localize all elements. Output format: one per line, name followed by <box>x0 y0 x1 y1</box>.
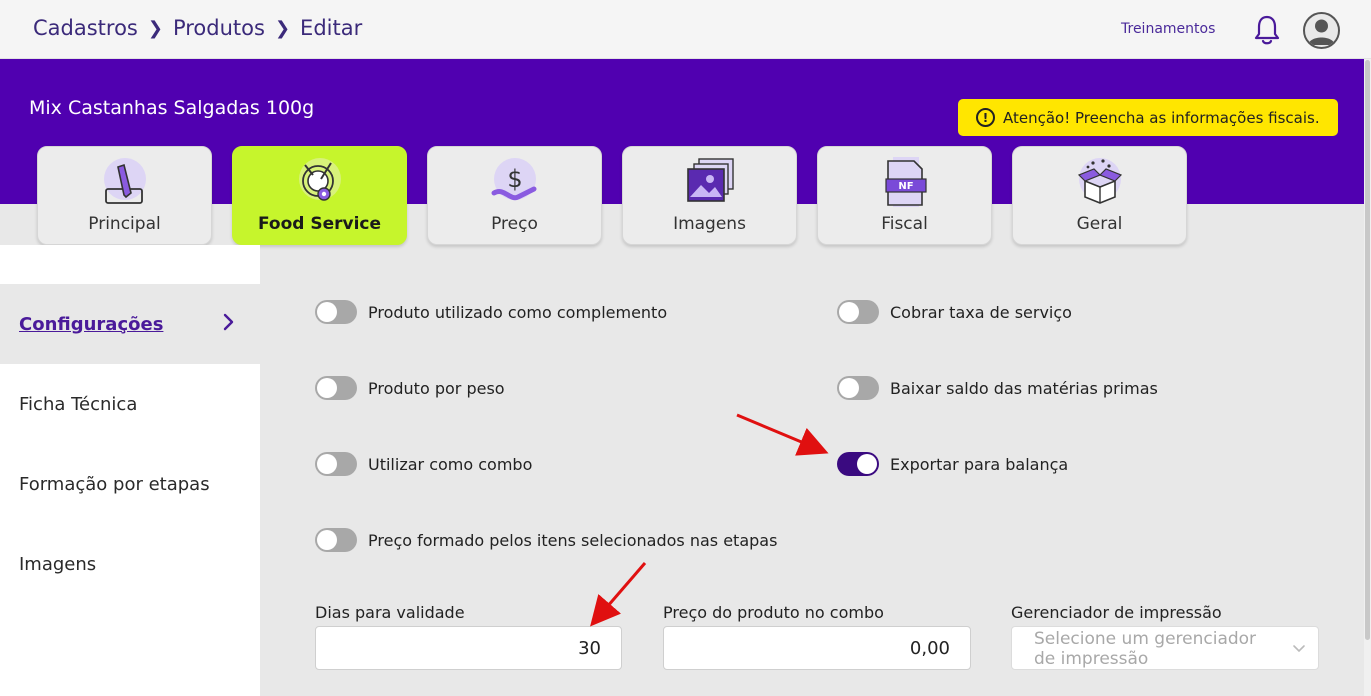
tab-label: Preço <box>491 214 538 234</box>
exportar-balanca-toggle[interactable] <box>837 452 879 476</box>
sidebar-item-label: Imagens <box>19 553 97 575</box>
warning-text: Atenção! Preencha as informações fiscais… <box>1003 108 1320 127</box>
toggle-label: Preço formado pelos itens selecionados n… <box>368 530 778 550</box>
sidebar-item-ficha-tecnica[interactable]: Ficha Técnica <box>0 364 260 444</box>
dish-gear-icon <box>293 157 347 207</box>
sidebar-item-label: Configurações <box>19 313 164 335</box>
bell-icon[interactable] <box>1252 14 1282 46</box>
dollar-hand-icon: $ <box>488 157 542 207</box>
tab-label: Geral <box>1076 214 1123 234</box>
tab-label: Imagens <box>673 214 746 234</box>
scrollbar-thumb[interactable] <box>1365 60 1370 640</box>
sidebar-item-imagens[interactable]: Imagens <box>0 524 260 604</box>
validity-label: Dias para validade <box>315 603 465 622</box>
top-bar: Cadastros ❯ Produtos ❯ Editar Treinament… <box>0 0 1371 59</box>
complemento-toggle[interactable] <box>315 300 357 324</box>
toggle-row-baixar-saldo: Baixar saldo das matérias primas <box>837 376 1158 400</box>
sidebar-item-configuracoes[interactable]: Configurações <box>0 284 260 364</box>
combo-price-label: Preço do produto no combo <box>663 603 884 622</box>
toggle-row-exportar-balanca: Exportar para balança <box>837 452 1068 476</box>
print-manager-label: Gerenciador de impressão <box>1011 603 1222 622</box>
arrow-to-balanca-toggle <box>736 413 829 456</box>
toggle-label: Cobrar taxa de serviço <box>890 302 1072 322</box>
toggle-knob <box>839 302 859 322</box>
toggle-knob <box>317 378 337 398</box>
pencil-icon <box>98 157 152 207</box>
toggle-row-taxa-servico: Cobrar taxa de serviço <box>837 300 1072 324</box>
combo-toggle[interactable] <box>315 452 357 476</box>
svg-text:$: $ <box>507 165 522 193</box>
tab-preco[interactable]: $ Preço <box>427 146 602 245</box>
sidebar-item-label: Ficha Técnica <box>19 393 138 415</box>
toggle-label: Produto utilizado como complemento <box>368 302 668 322</box>
tab-label: Principal <box>88 214 161 234</box>
print-manager-select[interactable]: Selecione um gerenciador de impressão <box>1011 626 1319 670</box>
toggle-knob <box>317 302 337 322</box>
tab-label: Fiscal <box>881 214 928 234</box>
toggle-label: Baixar saldo das matérias primas <box>890 378 1158 398</box>
nf-document-icon: NF <box>878 157 932 207</box>
preco-etapas-toggle[interactable] <box>315 528 357 552</box>
tab-food-service[interactable]: Food Service <box>232 146 407 245</box>
chevron-down-icon <box>1293 645 1305 653</box>
tab-imagens[interactable]: Imagens <box>622 146 797 245</box>
toggle-knob <box>317 530 337 550</box>
toggle-row-combo: Utilizar como combo <box>315 452 532 476</box>
tab-label: Food Service <box>257 214 382 234</box>
nf-badge-text: NF <box>898 181 913 192</box>
sidebar: Configurações Ficha Técnica Formação por… <box>0 245 260 696</box>
tab-principal[interactable]: Principal <box>37 146 212 245</box>
baixar-saldo-toggle[interactable] <box>837 376 879 400</box>
chevron-right-icon <box>223 313 234 331</box>
toggle-row-por-peso: Produto por peso <box>315 376 505 400</box>
breadcrumb-editar: Editar <box>300 16 363 40</box>
toggle-label: Produto por peso <box>368 378 505 398</box>
arrow-to-validity-input <box>590 562 647 627</box>
sidebar-item-label: Formação por etapas <box>19 473 210 495</box>
toggle-knob <box>857 454 877 474</box>
toggle-knob <box>317 454 337 474</box>
chevron-right-icon: ❯ <box>274 17 291 39</box>
print-manager-placeholder: Selecione um gerenciador de impressão <box>1034 629 1257 669</box>
toggle-label: Exportar para balança <box>890 454 1069 474</box>
validity-input[interactable]: 30 <box>315 626 622 670</box>
breadcrumb-cadastros[interactable]: Cadastros <box>33 16 138 40</box>
chevron-right-icon: ❯ <box>147 17 163 39</box>
toggle-row-complemento: Produto utilizado como complemento <box>315 300 667 324</box>
product-title: Mix Castanhas Salgadas 100g <box>29 97 315 119</box>
breadcrumb: Cadastros ❯ Produtos ❯ Editar <box>33 16 362 40</box>
fiscal-warning-banner[interactable]: ! Atenção! Preencha as informações fisca… <box>958 99 1338 136</box>
sidebar-item-formacao-etapas[interactable]: Formação por etapas <box>0 444 260 524</box>
taxa-servico-toggle[interactable] <box>837 300 879 324</box>
gift-box-icon <box>1073 157 1127 207</box>
trainings-link[interactable]: Treinamentos <box>1121 21 1215 37</box>
user-avatar-icon[interactable] <box>1303 12 1340 49</box>
tab-fiscal[interactable]: NF Fiscal <box>817 146 992 245</box>
toggle-label: Utilizar como combo <box>368 454 533 474</box>
toggle-row-preco-etapas: Preço formado pelos itens selecionados n… <box>315 528 777 552</box>
images-icon <box>683 157 737 207</box>
tab-geral[interactable]: Geral <box>1012 146 1187 245</box>
por-peso-toggle[interactable] <box>315 376 357 400</box>
warning-icon: ! <box>976 108 995 127</box>
breadcrumb-produtos[interactable]: Produtos <box>173 16 265 40</box>
combo-price-input[interactable]: 0,00 <box>663 626 971 670</box>
toggle-knob <box>839 378 859 398</box>
